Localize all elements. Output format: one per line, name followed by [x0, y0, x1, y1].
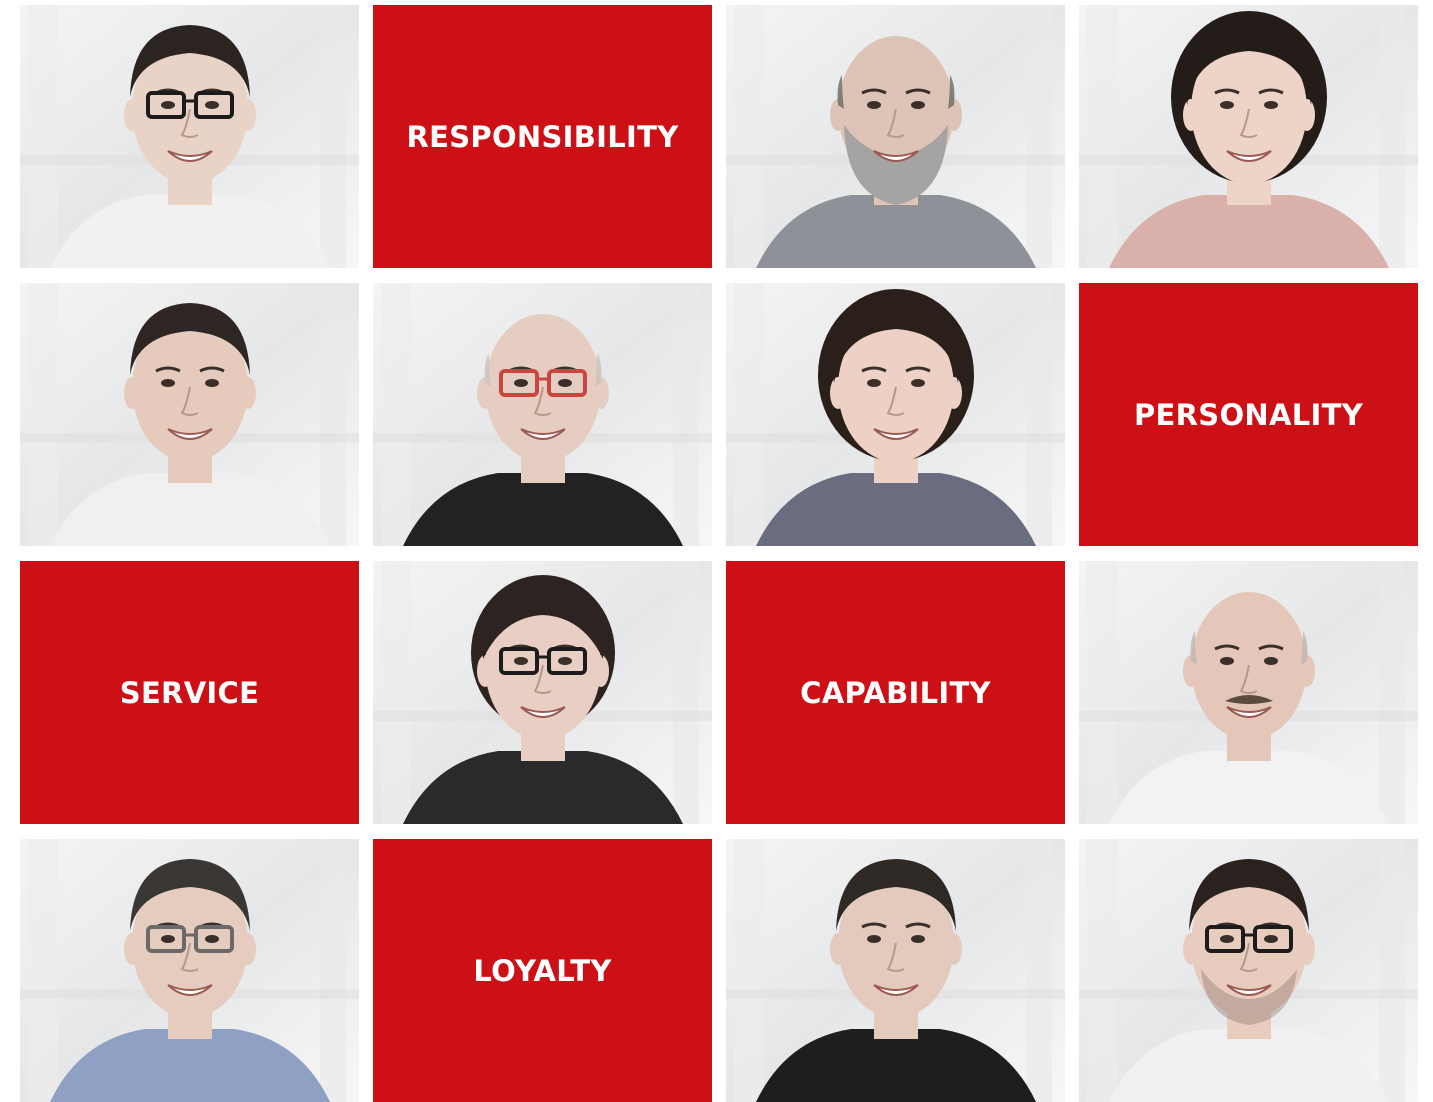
portrait-photo: [373, 561, 712, 824]
portrait-man-mustache: [1079, 561, 1418, 824]
portrait-grid: RESPONSIBILITY PERSONALITY SERVICE CAPAB…: [20, 5, 1418, 1102]
portrait-man-glasses-1: [20, 5, 359, 268]
portrait-man-dark-suit: [726, 839, 1065, 1102]
tile-label-service: SERVICE: [119, 675, 260, 710]
portrait-photo: [726, 283, 1065, 546]
tile-loyalty: LOYALTY: [373, 839, 712, 1102]
portrait-photo: [1079, 839, 1418, 1102]
portrait-man-smiling: [20, 283, 359, 546]
portrait-photo: [20, 839, 359, 1102]
portrait-man-beard: [726, 5, 1065, 268]
portrait-woman-glasses: [373, 561, 712, 824]
portrait-woman-curly: [1079, 5, 1418, 268]
portrait-photo: [373, 283, 712, 546]
portrait-photo: [20, 5, 359, 268]
portrait-woman-wavy: [726, 283, 1065, 546]
tile-label-loyalty: LOYALTY: [473, 953, 612, 988]
portrait-photo: [1079, 5, 1418, 268]
portrait-photo: [726, 5, 1065, 268]
tile-capability: CAPABILITY: [726, 561, 1065, 824]
portrait-photo: [726, 839, 1065, 1102]
portrait-man-glasses-2: [20, 839, 359, 1102]
portrait-photo: [20, 283, 359, 546]
tile-personality: PERSONALITY: [1079, 283, 1418, 546]
tile-label-capability: CAPABILITY: [800, 675, 991, 710]
portrait-man-red-glasses: [373, 283, 712, 546]
portrait-man-glasses-3: [1079, 839, 1418, 1102]
tile-label-responsibility: RESPONSIBILITY: [406, 119, 679, 154]
portrait-photo: [1079, 561, 1418, 824]
tile-service: SERVICE: [20, 561, 359, 824]
tile-responsibility: RESPONSIBILITY: [373, 5, 712, 268]
tile-label-personality: PERSONALITY: [1134, 397, 1363, 432]
